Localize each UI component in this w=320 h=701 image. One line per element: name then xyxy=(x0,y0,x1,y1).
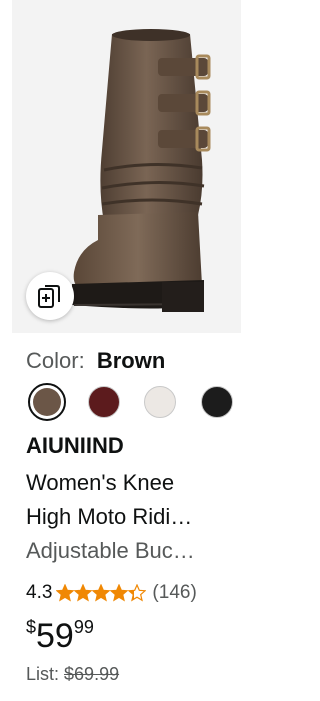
swatch-burgundy[interactable] xyxy=(85,383,123,421)
star-icon xyxy=(92,584,111,602)
star-icon xyxy=(74,584,93,602)
swatch-black[interactable] xyxy=(198,383,236,421)
swatch-white[interactable] xyxy=(141,383,179,421)
star-icon xyxy=(56,584,75,602)
swatch-black-color xyxy=(201,386,233,418)
swatch-burgundy-color xyxy=(88,386,120,418)
color-swatches xyxy=(26,381,241,425)
price-whole: 59 xyxy=(36,617,74,655)
product-card[interactable]: Color: Brown AIUNIIND Women's Knee High … xyxy=(12,0,241,701)
swatch-brown-color xyxy=(33,388,61,416)
swatch-white-color xyxy=(144,386,176,418)
star-icon xyxy=(110,584,129,602)
list-price-value: $69.99 xyxy=(64,664,120,684)
brand-name: AIUNIIND xyxy=(26,433,124,458)
product-title-line: Adjustable Buc… xyxy=(26,538,195,563)
color-value: Brown xyxy=(96,348,166,373)
star-rating xyxy=(56,584,147,602)
price: $5999 xyxy=(26,616,94,656)
rating-row[interactable]: 4.3 (146) xyxy=(26,579,197,607)
product-title-line: Women's Knee xyxy=(26,470,175,495)
list-price-label: List: xyxy=(26,664,60,684)
list-price: List: $69.99 xyxy=(26,662,119,686)
price-fraction: 99 xyxy=(73,617,94,637)
color-label: Color: xyxy=(26,348,85,373)
similar-items-icon xyxy=(38,285,60,308)
price-symbol: $ xyxy=(26,617,37,637)
product-title-line: High Moto Ridi… xyxy=(26,504,193,529)
product-title[interactable]: Women's Knee High Moto Ridi… Adjustable … xyxy=(26,466,236,568)
color-selection-label: Color: Brown xyxy=(26,347,165,375)
product-image[interactable] xyxy=(12,0,241,333)
similar-items-button[interactable] xyxy=(26,272,74,320)
rating-value: 4.3 xyxy=(26,582,53,603)
star-icon xyxy=(128,584,147,602)
review-count: (146) xyxy=(152,582,197,603)
swatch-brown[interactable] xyxy=(28,383,66,421)
